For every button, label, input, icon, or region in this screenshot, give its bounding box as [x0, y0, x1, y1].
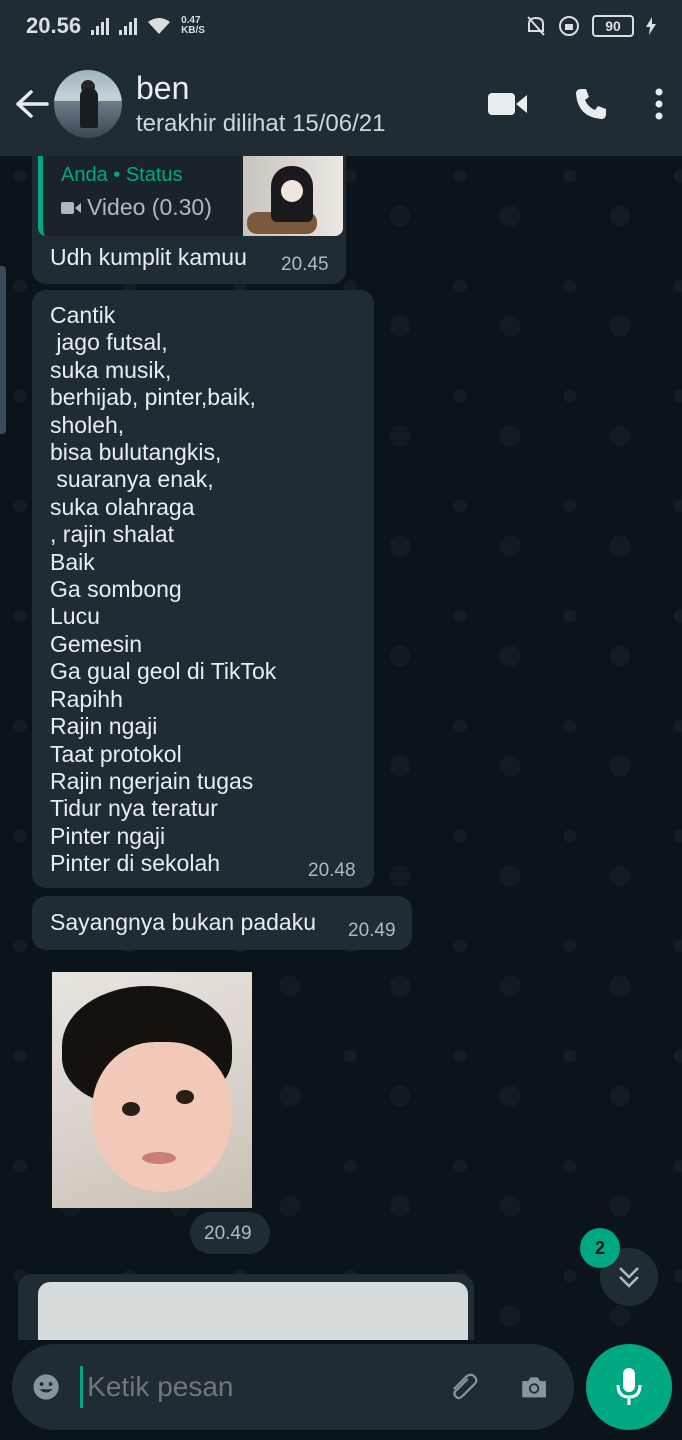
message-line: Gemesin — [50, 630, 143, 657]
video-call-icon[interactable] — [488, 91, 528, 117]
message-line: suka musik, — [50, 356, 172, 383]
avatar[interactable] — [54, 70, 122, 138]
status-bar: 20.56 0.47 KB/S 90 — [0, 0, 682, 52]
drag-handle[interactable] — [0, 266, 6, 434]
message-line: Lucu — [50, 603, 100, 630]
message-composer — [12, 1344, 574, 1430]
message-line: bisa bulutangkis, — [50, 439, 222, 466]
message-line: suka olahraga — [50, 493, 195, 520]
message-time: 20.45 — [281, 254, 329, 275]
sticker-eye-right — [176, 1090, 194, 1104]
message-line: Tidur nya teratur — [50, 795, 218, 822]
message-reply[interactable]: Anda • Status Video (0.30) Udh kumplit k… — [32, 156, 346, 284]
message-line: Taat protokol — [50, 740, 182, 767]
voice-record-button[interactable] — [586, 1344, 672, 1430]
microphone-icon — [616, 1368, 642, 1405]
contact-name: ben — [136, 70, 190, 106]
chat-area[interactable]: Anda • Status Video (0.30) Udh kumplit k… — [0, 156, 682, 1340]
message-time: 20.49 — [204, 1223, 252, 1244]
back-button[interactable] — [12, 84, 52, 124]
sticker-face — [92, 1042, 232, 1192]
wifi-icon — [148, 18, 171, 34]
video-icon — [61, 201, 81, 214]
thumbnail-face — [281, 180, 303, 202]
message-line: Baik — [50, 548, 95, 575]
sticker-mouth — [142, 1152, 176, 1164]
message-short[interactable]: Sayangnya bukan padaku 20.49 — [32, 896, 412, 950]
attach-icon[interactable] — [450, 1369, 480, 1405]
image-preview[interactable] — [38, 1282, 468, 1340]
sticker-eye-left — [122, 1102, 140, 1116]
data-saver-icon — [559, 16, 579, 36]
signal-icon-2 — [119, 17, 138, 35]
message-time: 20.48 — [308, 860, 356, 881]
message-line: sholeh, — [50, 411, 125, 438]
sticker-time-pill: 20.49 — [190, 1212, 270, 1254]
sticker-image[interactable] — [52, 972, 252, 1208]
message-input[interactable] — [80, 1366, 451, 1408]
emoji-icon[interactable] — [32, 1368, 60, 1406]
network-speed-unit: KB/S — [181, 25, 205, 36]
back-arrow-icon — [16, 90, 49, 118]
message-text: Udh kumplit kamuu — [50, 244, 247, 270]
chat-header: ben terakhir dilihat 15/06/21 — [0, 52, 682, 156]
camera-icon[interactable] — [520, 1371, 548, 1403]
message-line: Rapihh — [50, 685, 123, 712]
message-line: Ga gual geol di TikTok — [50, 658, 277, 685]
message-line: suaranya enak, — [50, 466, 214, 493]
phone-icon[interactable] — [574, 87, 608, 121]
clock: 20.56 — [26, 13, 82, 38]
last-seen: terakhir dilihat 15/06/21 — [136, 110, 386, 137]
mute-bell-icon — [527, 16, 545, 36]
message-lines: Cantik jago futsal, suka musik, berhijab, … — [50, 302, 276, 878]
message-time: 20.49 — [348, 920, 396, 941]
message-line: Cantik — [50, 302, 116, 328]
unread-badge[interactable]: 2 — [580, 1228, 620, 1268]
battery-indicator: 90 — [592, 15, 634, 37]
message-line: Ga sombong — [50, 576, 182, 603]
signal-icon — [91, 17, 110, 35]
message-line: berhijab, pinter,baik, — [50, 384, 256, 411]
message-text: Sayangnya bukan padaku — [50, 909, 316, 935]
message-line: Pinter di sekolah — [50, 850, 221, 877]
charging-icon — [646, 17, 656, 35]
message-line: Rajin ngerjain tugas — [50, 767, 254, 794]
message-line: jago futsal, — [50, 329, 168, 356]
quote-type: Video (0.30) — [87, 194, 212, 220]
status-thumbnail — [243, 156, 343, 236]
contact-info[interactable]: ben terakhir dilihat 15/06/21 — [136, 69, 488, 139]
quoted-status[interactable]: Anda • Status Video (0.30) — [38, 156, 343, 236]
more-vert-icon[interactable] — [654, 87, 664, 121]
message-line: Pinter ngaji — [50, 822, 166, 849]
message-line: , rajin shalat — [50, 521, 175, 548]
message-line: Rajin ngaji — [50, 713, 158, 740]
network-speed: 0.47 KB/S — [181, 16, 205, 36]
message-list[interactable]: Cantik jago futsal, suka musik, berhijab, … — [32, 290, 374, 888]
quote-sender: Anda • Status — [61, 164, 183, 186]
avatar-body — [80, 88, 98, 128]
double-chevron-down-icon — [619, 1267, 639, 1288]
